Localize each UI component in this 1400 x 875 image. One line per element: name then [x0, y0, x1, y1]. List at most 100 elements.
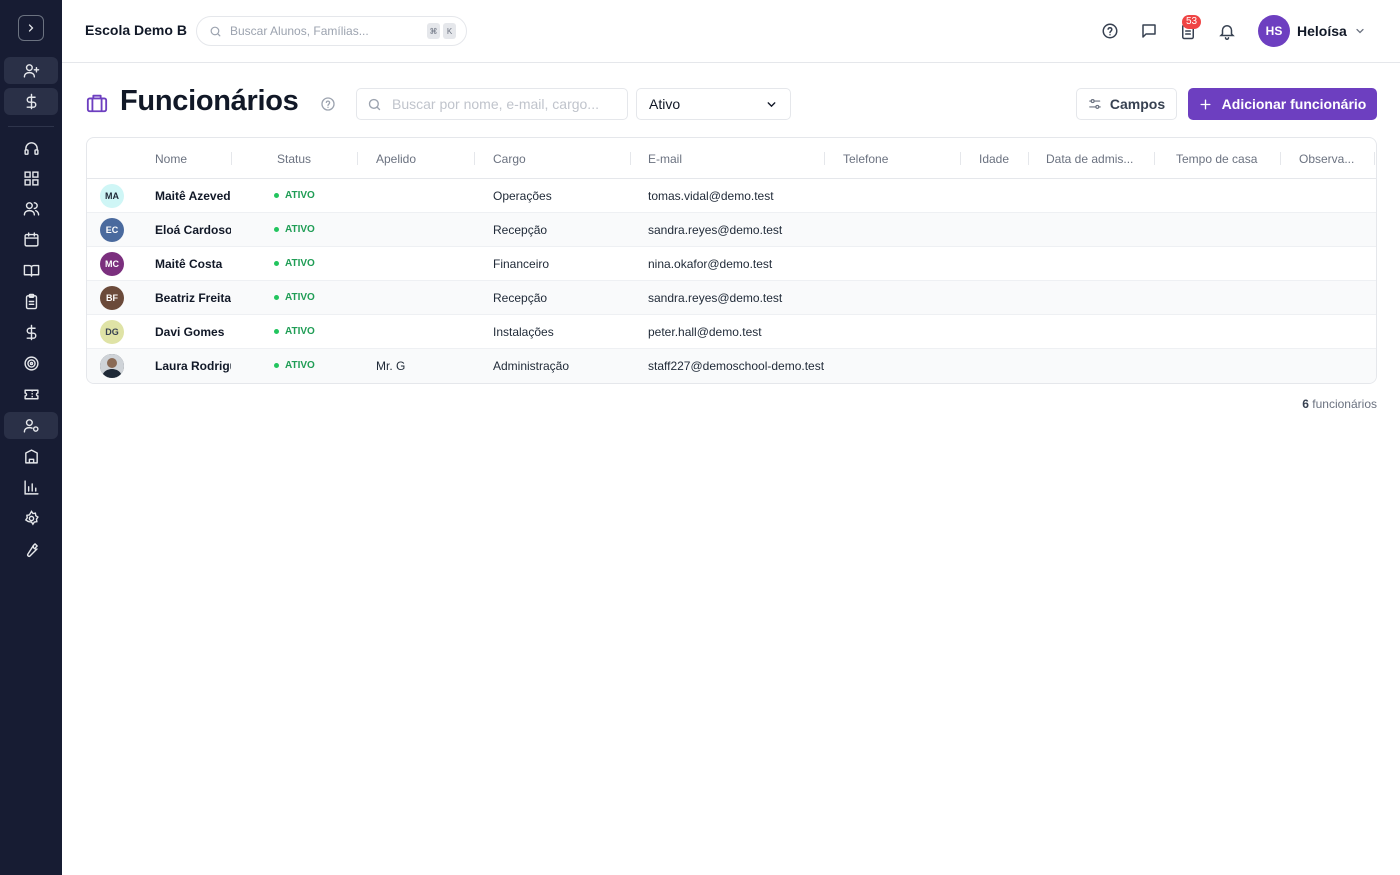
table-row[interactable]: MA Maitê Azevedo ATIVO Operações tomas.v…	[87, 179, 1376, 213]
sidebar-item-goals[interactable]	[4, 350, 58, 377]
staff-role: Recepção	[493, 223, 548, 237]
sidebar-item-dashboard[interactable]	[4, 165, 58, 192]
column-header-age[interactable]: Idade	[979, 152, 1009, 166]
staff-email: nina.okafor@demo.test	[648, 257, 773, 271]
column-divider[interactable]	[474, 152, 475, 165]
sidebar-item-school[interactable]	[4, 443, 58, 470]
help-button[interactable]	[1100, 21, 1120, 41]
sidebar-item-settings[interactable]	[4, 505, 58, 532]
status-dot	[274, 227, 279, 232]
school-name[interactable]: Escola Demo B	[85, 22, 187, 38]
column-divider[interactable]	[960, 152, 961, 165]
table-row[interactable]: BF Beatriz Freitas ATIVO Recepção sandra…	[87, 281, 1376, 315]
settings-icon	[24, 510, 39, 526]
status-filter-select[interactable]: Ativo	[636, 88, 791, 120]
staff-search-input[interactable]: Buscar por nome, e-mail, cargo...	[356, 88, 628, 120]
staff-name[interactable]: Maitê Costa	[155, 257, 231, 271]
status-dot	[274, 193, 279, 198]
sidebar-item-families[interactable]	[4, 195, 58, 222]
sidebar-item-calendar[interactable]	[4, 226, 58, 253]
shortcut-key-k: K	[443, 23, 456, 39]
status-label: ATIVO	[285, 258, 315, 269]
avatar: BF	[100, 286, 124, 310]
users-icon	[23, 202, 39, 216]
column-divider[interactable]	[630, 152, 631, 165]
staff-count: 6 funcionários	[1302, 397, 1377, 411]
column-divider[interactable]	[1154, 152, 1155, 165]
column-header-role[interactable]: Cargo	[493, 152, 526, 166]
status-label: ATIVO	[285, 190, 315, 201]
notifications-button[interactable]	[1217, 21, 1237, 41]
column-divider[interactable]	[1374, 152, 1375, 165]
status-badge: ATIVO	[274, 360, 315, 371]
table-row[interactable]: EC Eloá Cardoso ATIVO Recepção sandra.re…	[87, 213, 1376, 247]
wrench-icon	[26, 543, 38, 557]
ticket-icon	[23, 389, 39, 400]
column-divider[interactable]	[357, 152, 358, 165]
column-divider[interactable]	[231, 152, 232, 165]
staff-name[interactable]: Eloá Cardoso	[155, 223, 231, 237]
status-badge: ATIVO	[274, 258, 315, 269]
column-header-phone[interactable]: Telefone	[843, 152, 888, 166]
status-dot	[274, 261, 279, 266]
sidebar-item-staff[interactable]	[4, 412, 58, 439]
column-header-nickname[interactable]: Apelido	[376, 152, 416, 166]
bar-chart-icon	[23, 480, 39, 495]
avatar: EC	[100, 218, 124, 242]
sidebar-item-tasks[interactable]	[4, 288, 58, 315]
sidebar-item-reports[interactable]	[4, 474, 58, 501]
building-icon	[24, 449, 38, 464]
column-header-email[interactable]: E-mail	[648, 152, 682, 166]
staff-role: Administração	[493, 359, 570, 373]
user-menu-toggle[interactable]	[1354, 24, 1366, 42]
column-header-tenure[interactable]: Tempo de casa	[1176, 152, 1257, 166]
column-header-name[interactable]: Nome	[155, 152, 187, 166]
user-plus-icon	[23, 64, 39, 78]
column-divider[interactable]	[824, 152, 825, 165]
column-divider[interactable]	[1028, 152, 1029, 165]
user-name[interactable]: Heloísa	[1297, 23, 1347, 39]
user-avatar[interactable]: HS	[1258, 15, 1290, 47]
staff-email: tomas.vidal@demo.test	[648, 189, 774, 203]
column-header-hire-date[interactable]: Data de admis...	[1046, 152, 1133, 166]
table-row[interactable]: MC Maitê Costa ATIVO Financeiro nina.oka…	[87, 247, 1376, 281]
messages-button[interactable]	[1139, 21, 1159, 41]
staff-name[interactable]: Laura Rodrigues	[155, 359, 231, 373]
column-header-notes[interactable]: Observa...	[1299, 152, 1354, 166]
sidebar-item-events[interactable]	[4, 381, 58, 408]
dollar-icon	[26, 324, 36, 341]
fields-button-label: Campos	[1109, 96, 1166, 112]
status-dot	[274, 363, 279, 368]
help-circle-icon	[1102, 23, 1118, 39]
sidebar-item-curriculum[interactable]	[4, 257, 58, 284]
page-title: Funcionários	[120, 85, 299, 117]
status-dot	[274, 329, 279, 334]
sidebar-item-support[interactable]	[4, 135, 58, 162]
sidebar-expand-button[interactable]	[18, 15, 44, 41]
message-square-icon	[1142, 24, 1156, 38]
staff-email: sandra.reyes@demo.test	[648, 223, 783, 237]
sliders-icon	[1089, 99, 1101, 109]
staff-name[interactable]: Davi Gomes	[155, 325, 231, 339]
add-staff-button[interactable]: Adicionar funcionário	[1188, 88, 1377, 120]
table-row[interactable]: DG Davi Gomes ATIVO Instalações peter.ha…	[87, 315, 1376, 349]
staff-name[interactable]: Beatriz Freitas	[155, 291, 231, 305]
sidebar-item-finance[interactable]	[4, 319, 58, 346]
table-row[interactable]: Laura Rodrigues ATIVO Mr. G Administraçã…	[87, 349, 1376, 383]
shortcut-key-cmd: ⌘	[427, 23, 440, 39]
page-help-icon[interactable]	[320, 96, 336, 117]
status-badge: ATIVO	[274, 190, 315, 201]
sidebar-item-tools[interactable]	[4, 536, 58, 563]
fields-button[interactable]: Campos	[1076, 88, 1177, 120]
sidebar	[0, 0, 62, 875]
plus-icon	[1200, 98, 1211, 110]
column-header-status[interactable]: Status	[277, 152, 311, 166]
column-divider[interactable]	[1280, 152, 1281, 165]
global-search-input[interactable]: Buscar Alunos, Famílias... ⌘ K	[196, 16, 467, 46]
sidebar-item-admissions[interactable]	[4, 57, 58, 84]
top-bar: Escola Demo B Buscar Alunos, Famílias...…	[62, 0, 1400, 63]
staff-name[interactable]: Maitê Azevedo	[155, 189, 231, 203]
chevron-down-icon	[767, 101, 776, 107]
bell-icon	[1219, 25, 1235, 40]
sidebar-item-billing[interactable]	[4, 88, 58, 115]
